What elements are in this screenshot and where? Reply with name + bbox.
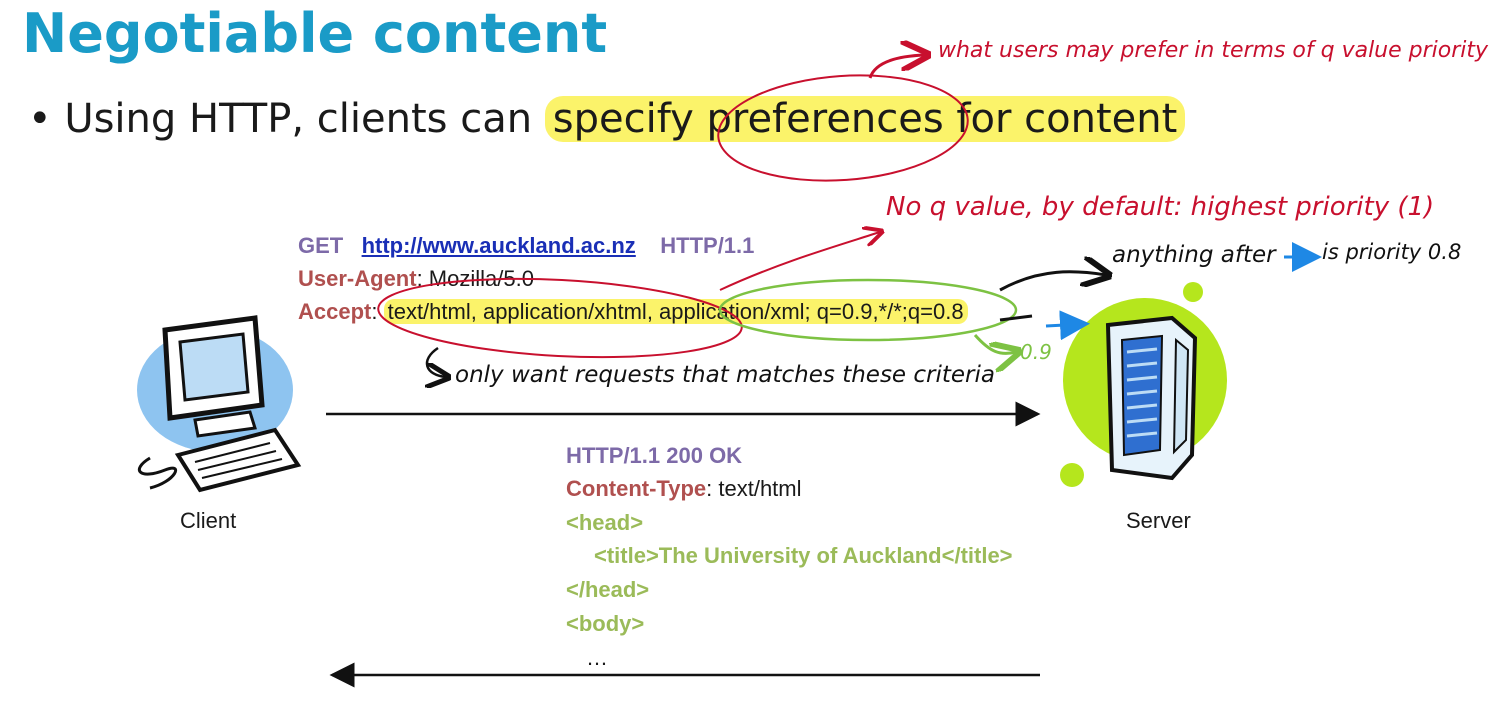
after-arrow [999,272,1106,292]
preferences-circle [717,74,969,182]
server-icon [1060,282,1227,487]
accept-types-circle [377,277,743,359]
q08-arrow [1045,310,1090,341]
after-underline [999,314,1033,322]
q09-circle [718,278,1018,342]
computer-icon [137,315,302,493]
preferences-arrow [868,55,925,79]
only-want-arrow [427,346,446,377]
diagram-drawings [137,0,1322,688]
q09-arrow [973,334,1016,353]
